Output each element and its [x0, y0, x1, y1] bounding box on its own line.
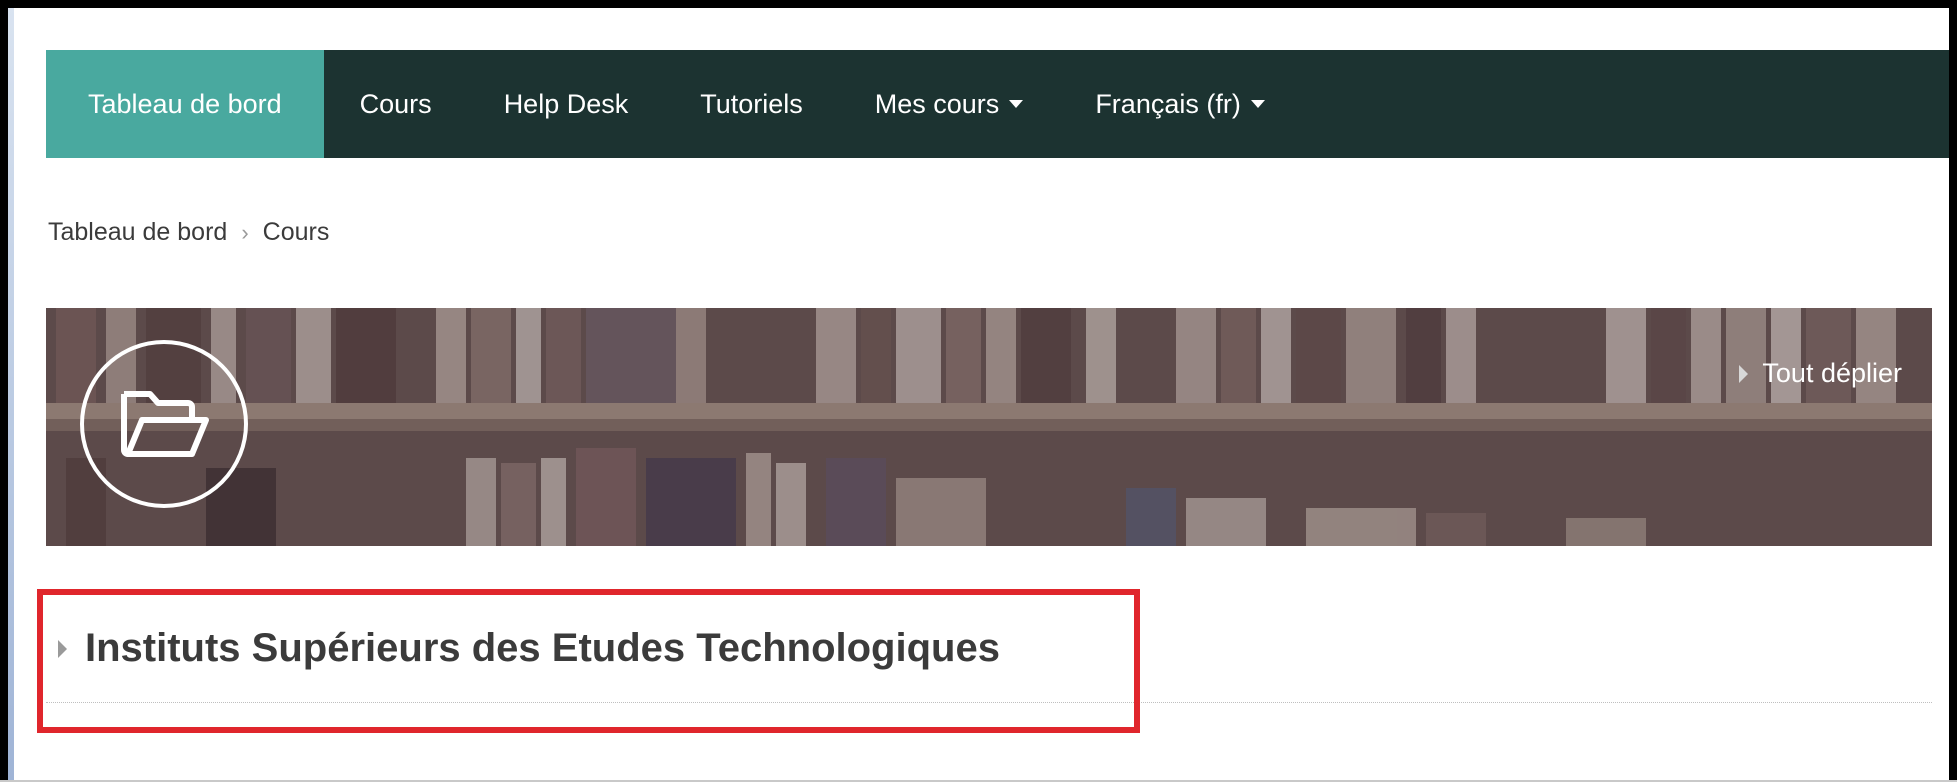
caret-right-icon: [1739, 364, 1749, 383]
nav-item-help-desk[interactable]: Help Desk: [468, 50, 665, 158]
nav-item-mes-cours[interactable]: Mes cours: [839, 50, 1060, 158]
nav-item-language[interactable]: Français (fr): [1059, 50, 1301, 158]
breadcrumb-item-tableau-de-bord[interactable]: Tableau de bord: [48, 218, 227, 247]
screenshot-frame-top: [0, 0, 1957, 8]
highlight-annotation-box: [37, 589, 1140, 733]
course-category-banner: Tout déplier: [46, 308, 1932, 546]
nav-item-tableau-de-bord[interactable]: Tableau de bord: [46, 50, 324, 158]
nav-item-label: Français (fr): [1095, 88, 1241, 119]
screenshot-frame-left-tint: [8, 8, 14, 782]
nav-item-label: Tutoriels: [700, 88, 803, 119]
breadcrumb-item-cours[interactable]: Cours: [263, 218, 330, 247]
banner-overlay: [46, 308, 1932, 546]
nav-item-label: Tableau de bord: [88, 88, 282, 119]
breadcrumb-separator-icon: ›: [241, 219, 249, 245]
nav-item-cours[interactable]: Cours: [324, 50, 468, 158]
caret-down-icon: [1250, 100, 1265, 108]
nav-item-label: Help Desk: [503, 88, 629, 119]
nav-item-label: Cours: [359, 88, 432, 119]
screenshot-frame-left: [0, 0, 8, 782]
breadcrumb: Tableau de bord › Cours: [48, 218, 329, 247]
folder-open-icon: [80, 340, 248, 508]
main-navbar: Tableau de bord Cours Help Desk Tutoriel…: [46, 50, 1949, 158]
nav-item-tutoriels[interactable]: Tutoriels: [664, 50, 839, 158]
expand-all-label: Tout déplier: [1762, 358, 1902, 388]
caret-down-icon: [1009, 100, 1024, 108]
nav-item-label: Mes cours: [874, 88, 1000, 119]
screenshot-frame-right: [1949, 0, 1957, 782]
expand-all-link[interactable]: Tout déplier: [1739, 358, 1902, 389]
